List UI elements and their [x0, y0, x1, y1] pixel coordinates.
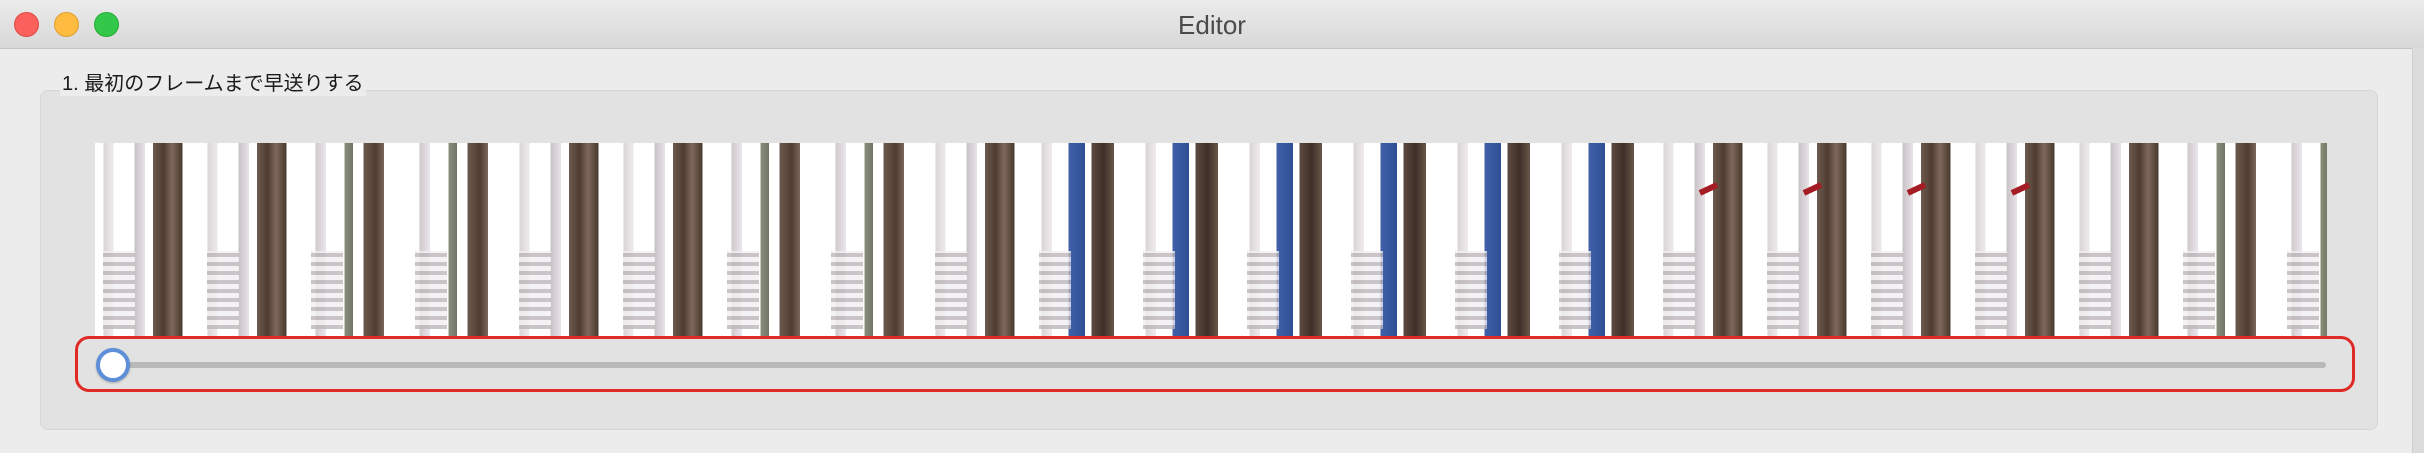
window-title: Editor — [1178, 10, 1246, 40]
title-bar: Editor — [0, 0, 2424, 49]
filmstrip-frame — [1447, 143, 1551, 339]
window-right-edge — [2412, 48, 2424, 453]
filmstrip-frame — [823, 143, 927, 339]
filmstrip-frame — [95, 143, 199, 339]
frame-slider-thumb[interactable] — [96, 348, 130, 382]
filmstrip-frame — [407, 143, 511, 339]
filmstrip-frame — [303, 143, 407, 339]
filmstrip-frame — [719, 143, 823, 339]
filmstrip-frame — [1551, 143, 1655, 339]
filmstrip-frame — [2279, 143, 2327, 339]
filmstrip-frame — [1031, 143, 1135, 339]
filmstrip-frame — [1239, 143, 1343, 339]
filmstrip-frame — [615, 143, 719, 339]
filmstrip-frame — [1135, 143, 1239, 339]
filmstrip-frame — [199, 143, 303, 339]
filmstrip-frame — [2175, 143, 2279, 339]
section-label: 1. 最初のフレームまで早送りする — [60, 67, 366, 96]
filmstrip-frame — [2071, 143, 2175, 339]
filmstrip-frame — [1863, 143, 1967, 339]
frame-slider-track[interactable] — [108, 362, 2326, 368]
filmstrip-frame — [1967, 143, 2071, 339]
frame-filmstrip — [95, 143, 2327, 339]
filmstrip-frame — [927, 143, 1031, 339]
filmstrip-frame — [1759, 143, 1863, 339]
editor-window: Editor 1. 最初のフレームまで早送りする — [0, 0, 2424, 453]
filmstrip-frame — [511, 143, 615, 339]
filmstrip-frame — [1343, 143, 1447, 339]
filmstrip-frame — [1655, 143, 1759, 339]
